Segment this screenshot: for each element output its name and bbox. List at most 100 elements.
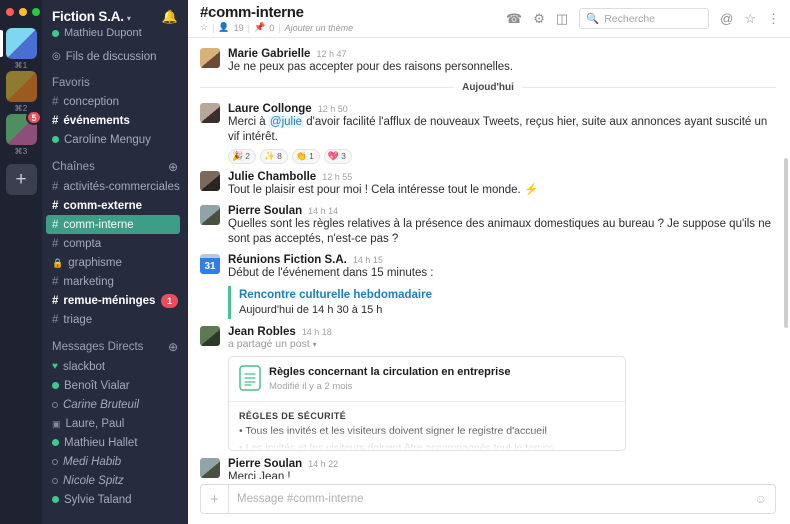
message-item: Pierre Soulan 14 h 22 Merci Jean ! (188, 454, 790, 479)
star-outline-icon[interactable]: ☆ (200, 22, 208, 33)
sidebar-item-triage[interactable]: # triage (42, 310, 188, 329)
message-author[interactable]: Marie Gabrielle (228, 48, 310, 60)
message-author[interactable]: Julie Chambolle (228, 171, 316, 183)
sidebar-item-marketing[interactable]: # marketing (42, 272, 188, 291)
sparkles-reaction[interactable]: ✨ 8 (259, 149, 288, 164)
event-title[interactable]: Rencontre culturelle hebdomadaire (239, 287, 776, 303)
add-workspace-button[interactable]: + (5, 164, 37, 195)
sidebar-item-laure-paul[interactable]: ▣ Laure, Paul (42, 414, 188, 433)
message-author[interactable]: Jean Robles (228, 326, 296, 338)
event-time: Aujourd'hui de 14 h 30 à 15 h (239, 304, 383, 316)
sidebar-item-sylvie-taland[interactable]: Sylvie Taland (42, 490, 188, 509)
sidebar-item-caroline-menguy[interactable]: Caroline Menguy (42, 130, 188, 149)
current-user[interactable]: Mathieu Dupont (42, 27, 188, 47)
sidebar-item-remue-m-ninges[interactable]: # remue-méninges 1 (42, 291, 188, 310)
sidebar-item-comm-externe[interactable]: # comm-externe (42, 196, 188, 215)
shared-post-label[interactable]: a partagé un post ▾ (228, 338, 776, 350)
reaction-count: 1 (309, 151, 314, 161)
reaction-emoji: 👏 (295, 151, 308, 161)
message-input-box[interactable]: + Message #comm-interne ☺ (200, 484, 776, 514)
sidebar-item-compta[interactable]: # compta (42, 234, 188, 253)
sidebar-item-graphisme[interactable]: 🔒 graphisme (42, 253, 188, 272)
avatar[interactable] (200, 171, 220, 191)
attach-button[interactable]: + (201, 485, 229, 513)
sidebar-item-label: conception (63, 95, 120, 108)
message-timestamp: 14 h 22 (308, 459, 339, 469)
message-list[interactable]: Marie Gabrielle 12 h 47 Je ne peux pas a… (188, 38, 790, 479)
hash-icon: # (52, 180, 59, 193)
hash-icon: # (52, 294, 59, 307)
messages-container: Marie Gabrielle 12 h 47 Je ne peux pas a… (188, 44, 790, 479)
workspace-item[interactable]: 5 ⌘3 (5, 110, 42, 156)
search-input[interactable]: 🔍 Recherche (579, 8, 710, 29)
sidebar-item-label: compta (63, 237, 102, 250)
workspace-avatar[interactable] (5, 28, 37, 59)
sidebar-item-nicole-spitz[interactable]: Nicole Spitz (42, 471, 188, 490)
avatar[interactable] (200, 326, 220, 346)
workspace-item[interactable]: ⌘2 (5, 71, 37, 113)
heart-reaction[interactable]: 💖 3 (323, 149, 352, 164)
hash-icon: # (52, 275, 59, 288)
add-sidebar-section-messages-directs-button[interactable]: ⊕ (168, 340, 178, 354)
message-body: Pierre Soulan 14 h 22 Merci Jean ! (228, 458, 776, 479)
message-body: Réunions Fiction S.A. 14 h 15 Début de l… (228, 254, 776, 319)
add-topic-button[interactable]: Ajouter un thème (285, 23, 354, 33)
message-author[interactable]: Pierre Soulan (228, 205, 302, 217)
message-author[interactable]: Réunions Fiction S.A. (228, 254, 347, 266)
workspace-avatar[interactable] (5, 71, 37, 102)
sidebar-item-medi-habib[interactable]: Medi Habib (42, 452, 188, 471)
bell-icon[interactable]: 🔔 (162, 9, 178, 25)
window-traffic-lights (6, 2, 40, 28)
sidebar-item-activit-s-commerciales[interactable]: # activités-commerciales (42, 177, 188, 196)
sidebar-item-label: Caroline Menguy (64, 133, 151, 146)
close-window-button[interactable] (6, 8, 14, 16)
workspace-item[interactable]: ⌘1 (0, 28, 37, 70)
card-title[interactable]: Règles concernant la circulation en entr… (269, 365, 510, 379)
message-text: Merci Jean ! (228, 471, 291, 479)
message-timestamp: 14 h 14 (308, 206, 339, 216)
channel-meta: ☆ | 👤 19 | 📌 0 | Ajouter un thème (200, 22, 353, 33)
lock-icon: 🔒 (52, 257, 64, 268)
member-count: 19 (233, 22, 244, 33)
sidebar-item--v-nements[interactable]: # événements (42, 111, 188, 130)
at-mention-icon[interactable]: @ (720, 11, 733, 26)
presence-dot (52, 439, 59, 446)
maximize-window-button[interactable] (32, 8, 40, 16)
message-author[interactable]: Laure Collonge (228, 103, 312, 115)
avatar[interactable] (200, 205, 220, 225)
hash-icon: # (52, 114, 59, 127)
scrollbar[interactable] (784, 158, 788, 328)
kebab-menu-icon[interactable]: ⋮ (767, 11, 780, 27)
team-header[interactable]: Fiction S.A. ▾ 🔔 (42, 0, 188, 27)
hash-icon: # (52, 95, 59, 108)
presence-dot (52, 458, 58, 465)
header-actions: ☎ ⚙ ◫ 🔍 Recherche @ ☆ ⋮ (506, 8, 780, 29)
shared-document-card[interactable]: Règles concernant la circulation en entr… (228, 356, 626, 451)
sidebar-item-comm-interne[interactable]: # comm-interne (46, 215, 180, 234)
avatar[interactable] (200, 103, 220, 123)
sidebar-item-mathieu-hallet[interactable]: Mathieu Hallet (42, 433, 188, 452)
message-author[interactable]: Pierre Soulan (228, 458, 302, 470)
sidebar-item-threads[interactable]: ◎ Fils de discussion (42, 47, 188, 66)
star-outline-icon[interactable]: ☆ (744, 11, 756, 27)
message-input[interactable]: Message #comm-interne (229, 493, 755, 505)
event-attachment: Rencontre culturelle hebdomadaire Aujour… (228, 286, 776, 319)
add-sidebar-section-cha-nes-button[interactable]: ⊕ (168, 160, 178, 174)
sidebar-item-slackbot[interactable]: ♥ slackbot (42, 357, 188, 376)
avatar[interactable] (200, 458, 220, 478)
clap-reaction[interactable]: 👏 1 (291, 149, 320, 164)
tada-reaction[interactable]: 🎉 2 (228, 149, 256, 164)
emoji-icon[interactable]: ☺ (755, 492, 775, 506)
message-text: Merci à @julie d'avoir facilité l'afflux… (228, 116, 768, 143)
message-header: Marie Gabrielle 12 h 47 (228, 48, 776, 60)
sidebar-item-conception[interactable]: # conception (42, 92, 188, 111)
sidebar-item-carine-bruteuil[interactable]: Carine Bruteuil (42, 395, 188, 414)
panel-icon[interactable]: ◫ (556, 11, 568, 27)
minimize-window-button[interactable] (19, 8, 27, 16)
user-mention[interactable]: @julie (268, 116, 304, 128)
gear-icon[interactable]: ⚙ (533, 11, 545, 27)
sidebar-item-beno-t-vialar[interactable]: Benoît Vialar (42, 376, 188, 395)
phone-icon[interactable]: ☎ (506, 11, 522, 27)
sidebar-item-label: Medi Habib (63, 455, 122, 468)
avatar[interactable] (200, 48, 220, 68)
